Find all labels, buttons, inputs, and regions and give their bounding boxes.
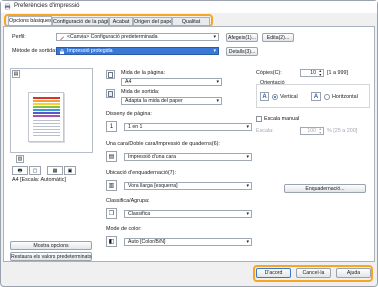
chevron-down-icon: ▾: [216, 79, 219, 85]
scale-label: Escala:: [256, 128, 274, 134]
manual-scaling-checkbox[interactable]: [256, 116, 262, 122]
binding-location-label: Ubicació d'enquadernació(7):: [106, 170, 176, 176]
stepper-arrows-icon[interactable]: ▲ ▼: [319, 69, 322, 77]
page-size-icon: [106, 70, 115, 79]
page-view-icon[interactable]: ▢: [29, 166, 41, 175]
color-mode-label: Mode de color:: [106, 226, 142, 232]
duplex-select[interactable]: Impressió d'una cara ▾: [124, 153, 252, 161]
page-layout-select[interactable]: 1 en 1 ▾: [124, 123, 252, 131]
output-size-icon: [106, 89, 115, 98]
landscape-icon: A: [311, 92, 321, 101]
profile-label: Perfil:: [12, 34, 26, 40]
copies-label: Còpies(C):: [256, 70, 282, 76]
chevron-down-icon: ▾: [246, 154, 249, 160]
printer-view-icon[interactable]: 🖶: [12, 166, 28, 175]
stepper-arrows-icon[interactable]: ▲ ▼: [319, 127, 322, 135]
preview-toggle-icon[interactable]: ▤: [12, 70, 20, 78]
page-layout-label: Disseny de pàgina:: [106, 111, 152, 117]
secure-print-icon: [60, 49, 64, 54]
copies-range: [1 a 999]: [327, 70, 348, 76]
copies-stepper[interactable]: 10 ▲ ▼: [300, 69, 324, 77]
window-title: Preferències d'impressió: [14, 3, 80, 9]
help-button[interactable]: Ajuda: [336, 268, 371, 278]
collate-label: Classifica/Agrupa:: [106, 198, 150, 204]
book-view-icon[interactable]: ▣: [64, 166, 76, 175]
output-size-label: Mida de sortida:: [121, 89, 160, 95]
printer-icon: [4, 3, 11, 10]
portrait-label: Vertical: [280, 94, 298, 100]
one-sided-icon: ▤: [106, 151, 117, 162]
scale-range: % [25 a 200]: [327, 128, 358, 134]
layout-view-icon[interactable]: ▦: [47, 166, 63, 175]
edit-profile-button[interactable]: Edita(2)...: [262, 33, 294, 42]
page-size-label: Mida de la pàgina:: [121, 70, 166, 76]
output-method-select[interactable]: Impressió protegida ▾: [56, 47, 219, 55]
chevron-down-icon: ▾: [246, 183, 249, 189]
color-mode-icon: ◧: [106, 236, 117, 247]
portrait-icon: A: [260, 92, 269, 101]
chevron-down-icon: ▾: [246, 239, 249, 245]
chevron-down-icon: ▾: [213, 34, 216, 40]
collate-icon: ❐: [106, 208, 117, 219]
preview-caption: A4 [Escala: Automàtic]: [12, 177, 66, 183]
ok-button[interactable]: D'acord: [256, 268, 291, 278]
output-size-select[interactable]: Adapta la mida del paper ▾: [121, 97, 222, 105]
color-mode-select[interactable]: Auto [Color/B/N] ▾: [124, 238, 252, 246]
landscape-label: Horitzontal: [332, 94, 358, 100]
page-layout-icon: 1: [106, 121, 117, 132]
settings-view-icon[interactable]: ▥: [16, 155, 24, 163]
chevron-down-icon: ▾: [246, 211, 249, 217]
details-button[interactable]: Detalls(3)...: [226, 47, 258, 56]
binding-settings-button[interactable]: Enquadernació...: [284, 184, 366, 193]
preview-page-image: [28, 92, 64, 142]
page-size-select[interactable]: A4 ▾: [121, 78, 222, 86]
show-options-button[interactable]: Mostra opcions: [10, 241, 92, 250]
output-method-label: Mètode de sortida:: [12, 48, 57, 54]
add-profile-button[interactable]: Afegeix(1)...: [226, 33, 258, 42]
chevron-down-icon: ▾: [216, 98, 219, 104]
binding-edge-icon: ▥: [106, 180, 117, 191]
manual-scaling-label: Escala manual: [264, 116, 300, 122]
collate-select[interactable]: Classifica ▾: [124, 210, 252, 218]
scale-stepper[interactable]: 100 ▲ ▼: [300, 127, 324, 135]
duplex-label: Una cara/Doble cara/Impressió de quadern…: [106, 141, 220, 147]
chevron-down-icon: ▾: [213, 48, 216, 54]
restore-defaults-button[interactable]: Restaura els valors predeterminats: [10, 252, 92, 261]
pencil-icon: [60, 36, 64, 40]
cancel-button[interactable]: Cancel·la: [296, 268, 331, 278]
landscape-radio[interactable]: [324, 94, 330, 100]
portrait-radio[interactable]: [272, 94, 278, 100]
chevron-down-icon: ▾: [246, 124, 249, 130]
binding-location-select[interactable]: Vora llarga [esquerra] ▾: [124, 182, 252, 190]
profile-select[interactable]: <Canvia> Configuració predeterminada ▾: [56, 33, 219, 41]
